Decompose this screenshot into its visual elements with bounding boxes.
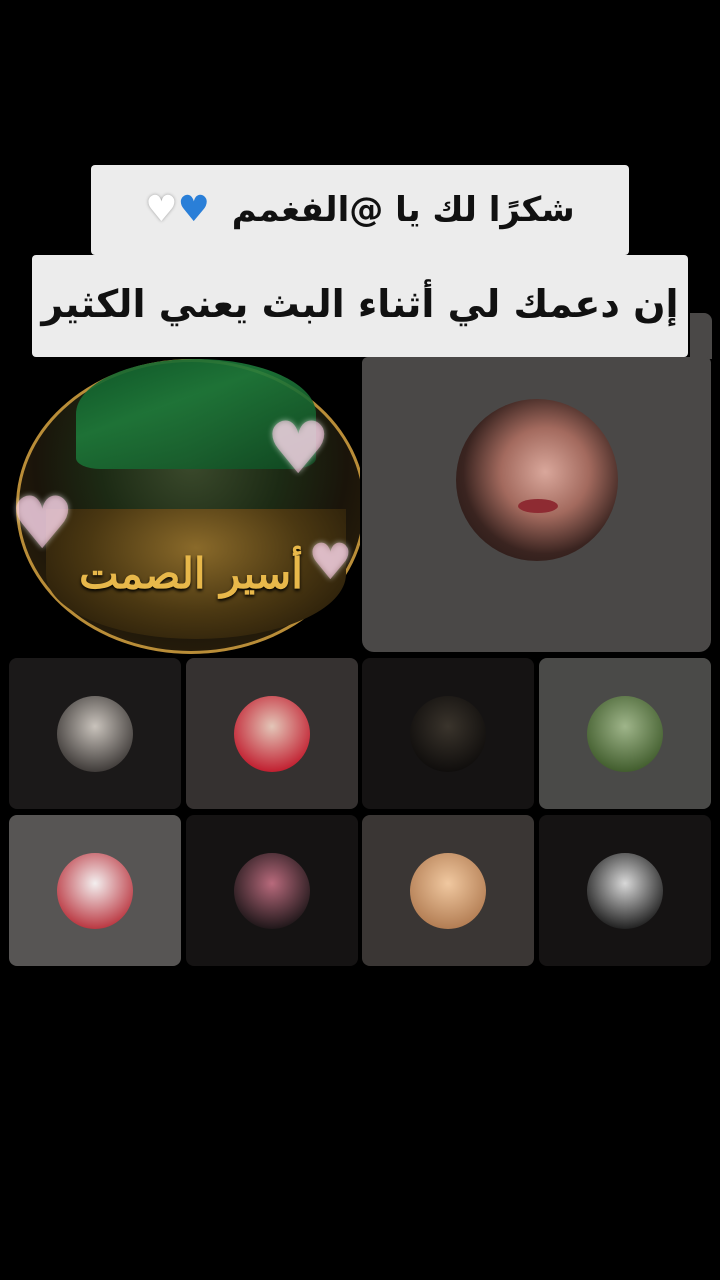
- support-banner: إن دعمك لي أثناء البث يعني الكثير: [32, 255, 688, 357]
- participant-tile[interactable]: [362, 815, 534, 966]
- guest-tile-edge: [690, 313, 712, 359]
- heart-bubble-icon: ♥: [266, 406, 331, 490]
- guest-video-tile[interactable]: [362, 357, 711, 652]
- heart-bubble-icon: ♥: [308, 533, 353, 591]
- heart-bubble-icon: ♥: [10, 481, 75, 565]
- participant-avatar: [57, 852, 133, 929]
- participant-tile[interactable]: [539, 658, 711, 809]
- thanks-banner: شكرًا لك يا @الفغمم ♥♥: [91, 165, 629, 255]
- participant-avatar: [410, 852, 486, 929]
- guest-avatar-detail: [518, 499, 558, 513]
- participant-avatar: [234, 695, 310, 772]
- participant-avatar: [410, 695, 486, 772]
- participant-avatar: [587, 852, 663, 929]
- participant-avatar: [57, 695, 133, 772]
- participant-tile[interactable]: [362, 658, 534, 809]
- support-text: إن دعمك لي أثناء البث يعني الكثير: [41, 282, 679, 326]
- guest-avatar: [456, 399, 618, 561]
- participant-avatar: [234, 852, 310, 929]
- white-heart-icon: ♥: [145, 189, 178, 230]
- participant-tile[interactable]: [186, 815, 358, 966]
- participant-avatar: [587, 695, 663, 772]
- participant-tile[interactable]: [9, 815, 181, 966]
- participant-tile[interactable]: [186, 658, 358, 809]
- hearts: ♥♥: [145, 165, 210, 255]
- participant-tile[interactable]: [539, 815, 711, 966]
- participant-tile[interactable]: [9, 658, 181, 809]
- thanks-text: شكرًا لك يا @الفغمم: [231, 190, 575, 230]
- host-video-tile[interactable]: أسير الصمت ♥ ♥ ♥: [8, 357, 360, 654]
- blue-heart-icon: ♥: [177, 189, 210, 230]
